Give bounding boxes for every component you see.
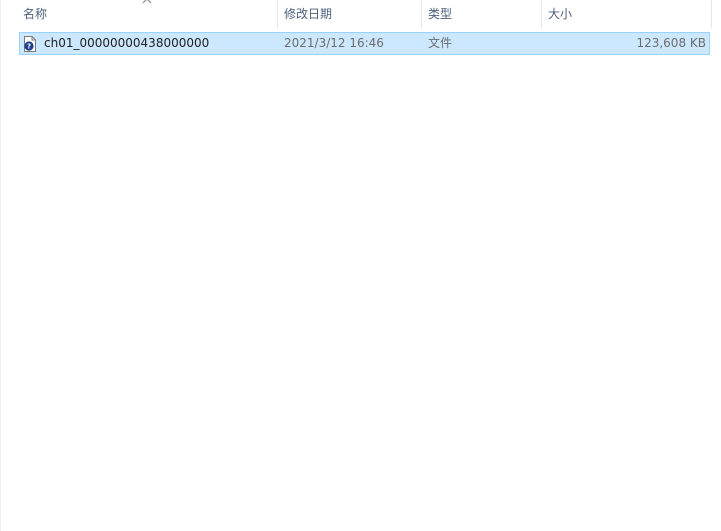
sort-ascending-icon (142, 0, 152, 4)
unknown-file-icon: ? (24, 36, 36, 52)
column-header-modified-label: 修改日期 (284, 7, 333, 21)
file-row[interactable]: ? ch01_00000000438000000 2021/3/12 16:46… (19, 32, 710, 55)
svg-text:?: ? (27, 43, 31, 51)
file-name[interactable]: ch01_00000000438000000 (44, 33, 209, 54)
column-header-type-label: 类型 (428, 7, 453, 21)
file-type: 文件 (428, 36, 453, 50)
column-separator[interactable] (711, 0, 712, 28)
file-explorer-view: 名称 修改日期 类型 大小 ? ch01_00000000438000000 2… (0, 0, 721, 531)
column-header-name-label: 名称 (23, 7, 48, 21)
file-size: 123,608 KB (636, 36, 706, 50)
column-header-modified[interactable]: 修改日期 (277, 0, 421, 28)
column-header-bar: 名称 修改日期 类型 大小 (1, 0, 721, 28)
column-header-size[interactable]: 大小 (541, 0, 711, 28)
column-header-type[interactable]: 类型 (421, 0, 541, 28)
column-header-name[interactable]: 名称 (16, 0, 277, 28)
file-modified-date: 2021/3/12 16:46 (284, 36, 384, 50)
column-header-size-label: 大小 (548, 7, 573, 21)
